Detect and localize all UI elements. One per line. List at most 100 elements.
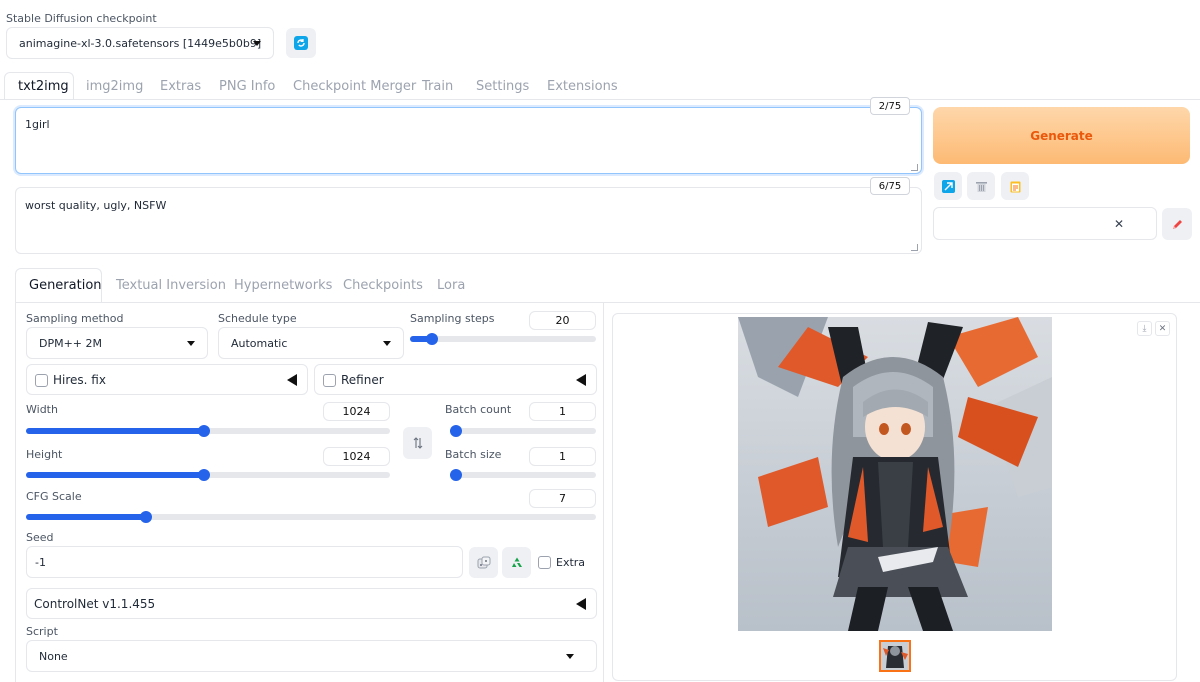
seed-label: Seed xyxy=(26,531,54,544)
collapse-triangle-icon[interactable] xyxy=(576,374,586,386)
swap-icon xyxy=(413,437,422,449)
controlnet-label: ControlNet v1.1.455 xyxy=(34,597,156,611)
slider-thumb[interactable] xyxy=(450,469,462,481)
sampling-method-value: DPM++ 2M xyxy=(39,336,103,350)
swap-dimensions-button[interactable] xyxy=(403,427,432,459)
batch-size-slider[interactable] xyxy=(450,469,596,481)
sampling-method-label: Sampling method xyxy=(26,312,124,325)
negative-token-counter: 6/75 xyxy=(870,177,910,195)
refresh-checkpoint-button[interactable] xyxy=(286,28,316,58)
controlnet-accordion[interactable]: ControlNet v1.1.455 xyxy=(26,588,597,619)
recycle-icon xyxy=(511,557,522,567)
refiner-checkbox[interactable] xyxy=(323,374,336,387)
seed-value: -1 xyxy=(35,556,46,569)
schedule-type-label: Schedule type xyxy=(218,312,297,325)
batch-count-slider[interactable] xyxy=(450,425,596,437)
prompt-text: 1girl xyxy=(25,118,50,131)
script-label: Script xyxy=(26,625,58,638)
slider-thumb[interactable] xyxy=(139,511,152,523)
thumbnail-image[interactable] xyxy=(879,640,911,672)
tab-lora[interactable]: Lora xyxy=(437,278,465,293)
trash-icon xyxy=(975,181,987,192)
random-seed-button[interactable] xyxy=(469,547,498,578)
close-icon[interactable]: ✕ xyxy=(1155,321,1170,336)
checkpoint-dropdown[interactable]: animagine-xl-3.0.safetensors [1449e5b0b9… xyxy=(6,27,274,59)
collapse-triangle-icon[interactable] xyxy=(576,598,586,610)
generation-panel xyxy=(15,302,604,682)
clipboard-icon xyxy=(1010,181,1020,192)
seed-input[interactable]: -1 xyxy=(26,546,463,578)
tab-img2img[interactable]: img2img xyxy=(86,79,143,94)
tabs-divider xyxy=(0,99,1200,100)
extra-seed-checkbox[interactable] xyxy=(538,556,551,569)
chevron-down-icon xyxy=(253,41,261,46)
slider-fill xyxy=(26,428,205,434)
tab-checkpoint-merger[interactable]: Checkpoint Merger xyxy=(293,79,416,94)
edit-styles-button[interactable] xyxy=(1162,208,1192,240)
chevron-down-icon xyxy=(566,654,574,659)
tab-settings[interactable]: Settings xyxy=(476,79,529,94)
slider-fill xyxy=(26,514,146,520)
tab-checkpoints[interactable]: Checkpoints xyxy=(343,278,423,293)
width-label: Width xyxy=(26,403,58,416)
batch-size-input[interactable]: 1 xyxy=(529,447,596,466)
refiner-accordion[interactable]: Refiner xyxy=(314,364,597,395)
height-label: Height xyxy=(26,448,63,461)
styles-dropdown[interactable]: ✕ xyxy=(933,207,1157,240)
tab-extensions[interactable]: Extensions xyxy=(547,79,618,94)
cfg-scale-label: CFG Scale xyxy=(26,490,82,503)
script-dropdown[interactable]: None xyxy=(26,640,597,672)
sampling-steps-input[interactable]: 20 xyxy=(529,311,596,330)
script-value: None xyxy=(39,649,68,663)
apply-styles-button[interactable] xyxy=(934,172,962,200)
tab-png-info[interactable]: PNG Info xyxy=(219,79,275,94)
width-input[interactable]: 1024 xyxy=(323,402,390,421)
reuse-seed-button[interactable] xyxy=(502,547,531,578)
checkpoint-value: animagine-xl-3.0.safetensors [1449e5b0b9… xyxy=(19,36,262,50)
batch-count-label: Batch count xyxy=(445,403,512,416)
refresh-icon xyxy=(294,36,308,50)
negative-prompt-textarea[interactable]: worst quality, ugly, NSFW xyxy=(15,187,922,254)
hires-fix-checkbox[interactable] xyxy=(35,374,48,387)
negative-prompt-text: worst quality, ugly, NSFW xyxy=(25,199,167,212)
resize-handle-icon[interactable] xyxy=(911,244,918,251)
resize-handle-icon[interactable] xyxy=(911,164,918,171)
pencil-icon xyxy=(1172,219,1182,229)
sampling-steps-label: Sampling steps xyxy=(410,312,495,325)
tab-textual-inversion[interactable]: Textual Inversion xyxy=(116,278,226,293)
height-input[interactable]: 1024 xyxy=(323,447,390,466)
close-icon[interactable]: ✕ xyxy=(1114,217,1124,231)
tab-txt2img[interactable]: txt2img xyxy=(18,79,69,94)
extra-seed-label: Extra xyxy=(556,556,586,569)
schedule-type-value: Automatic xyxy=(231,336,288,350)
tab-generation[interactable]: Generation xyxy=(29,278,102,293)
schedule-type-dropdown[interactable]: Automatic xyxy=(218,327,404,359)
arrow-icon xyxy=(941,179,955,193)
tab-extras[interactable]: Extras xyxy=(160,79,201,94)
chevron-down-icon xyxy=(187,341,195,346)
prompt-token-counter: 2/75 xyxy=(870,97,910,115)
tab-train[interactable]: Train xyxy=(422,79,453,94)
chevron-down-icon xyxy=(383,341,391,346)
paste-button[interactable] xyxy=(1001,172,1029,200)
dice-icon xyxy=(477,556,490,568)
generate-button[interactable]: Generate xyxy=(933,107,1190,164)
batch-size-label: Batch size xyxy=(445,448,502,461)
download-icon[interactable]: ⤓ xyxy=(1137,321,1152,336)
tab-hypernetworks[interactable]: Hypernetworks xyxy=(234,278,332,293)
hires-fix-accordion[interactable]: Hires. fix xyxy=(26,364,308,395)
slider-thumb[interactable] xyxy=(450,425,462,437)
cfg-scale-slider[interactable] xyxy=(26,511,596,523)
generated-image[interactable] xyxy=(738,317,1052,631)
checkpoint-label: Stable Diffusion checkpoint xyxy=(6,12,157,25)
sampling-steps-slider[interactable] xyxy=(410,333,596,345)
batch-count-input[interactable]: 1 xyxy=(529,402,596,421)
cfg-scale-input[interactable]: 7 xyxy=(529,489,596,508)
sampling-method-dropdown[interactable]: DPM++ 2M xyxy=(26,327,208,359)
height-slider[interactable] xyxy=(26,469,390,481)
clear-prompt-button[interactable] xyxy=(967,172,995,200)
hires-fix-label: Hires. fix xyxy=(53,373,106,387)
collapse-triangle-icon[interactable] xyxy=(287,374,297,386)
prompt-textarea[interactable]: 1girl xyxy=(15,107,922,174)
width-slider[interactable] xyxy=(26,425,390,437)
